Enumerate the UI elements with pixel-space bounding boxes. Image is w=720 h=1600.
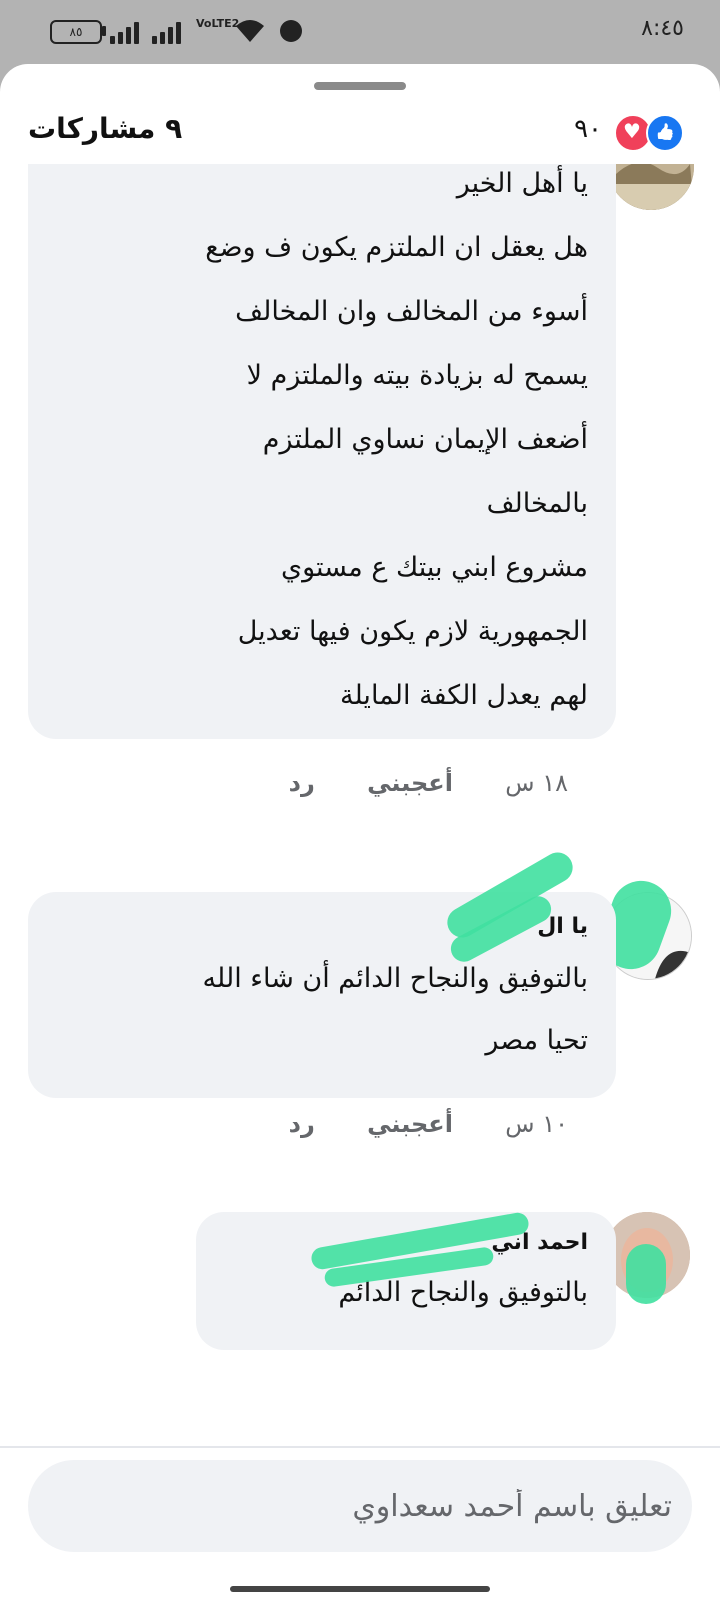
redaction-mark (626, 1244, 666, 1304)
volte-icon: VoLTE2 (196, 17, 240, 30)
reactions-summary[interactable]: ٩٠ (492, 112, 692, 152)
comment-time: ١٨ س (505, 769, 568, 797)
battery-icon: ٨٥ (50, 20, 102, 44)
comment-text: يا أهل الخير هل يعقل ان الملتزم يكون ف و… (205, 168, 588, 711)
alarm-icon (280, 20, 302, 42)
comments-sheet: ٩ مشاركات ٩٠ يا أهل الخير هل يعقل ان الم… (0, 64, 720, 1600)
reply-button[interactable]: رد (289, 769, 315, 797)
comment-composer[interactable] (28, 1460, 692, 1552)
comment-meta: ١٨ س أعجبني رد (245, 769, 568, 797)
like-comment-button[interactable]: أعجبني (367, 1110, 453, 1138)
home-indicator[interactable] (230, 1586, 490, 1592)
reply-button[interactable]: رد (289, 1110, 315, 1138)
comment-bubble: يا أهل الخير هل يعقل ان الملتزم يكون ف و… (28, 164, 616, 739)
signal-icon-2 (152, 22, 188, 44)
composer-divider (0, 1446, 720, 1448)
drag-handle[interactable] (314, 82, 406, 90)
wifi-icon (236, 20, 264, 42)
battery-cap (102, 26, 106, 36)
shares-count[interactable]: ٩ مشاركات (28, 112, 182, 145)
comment-text: بالتوفيق والنجاح الدائم أن شاء الله تحيا… (202, 963, 588, 1056)
status-time: ٨:٤٥ (641, 16, 684, 41)
commenter-avatar[interactable] (608, 164, 694, 210)
signal-icon (110, 22, 146, 44)
sheet-header: ٩ مشاركات ٩٠ (0, 104, 720, 158)
comment-input[interactable] (28, 1460, 692, 1552)
like-comment-button[interactable]: أعجبني (367, 769, 453, 797)
status-bar: ٨٥ VoLTE2 ٨:٤٥ (0, 0, 720, 64)
like-icon (646, 114, 684, 152)
comment-time: ١٠ س (505, 1110, 568, 1138)
comment-meta: ١٠ س أعجبني رد (245, 1110, 568, 1138)
reactions-count: ٩٠ (574, 114, 602, 144)
comments-list[interactable]: يا أهل الخير هل يعقل ان الملتزم يكون ف و… (0, 164, 720, 1444)
